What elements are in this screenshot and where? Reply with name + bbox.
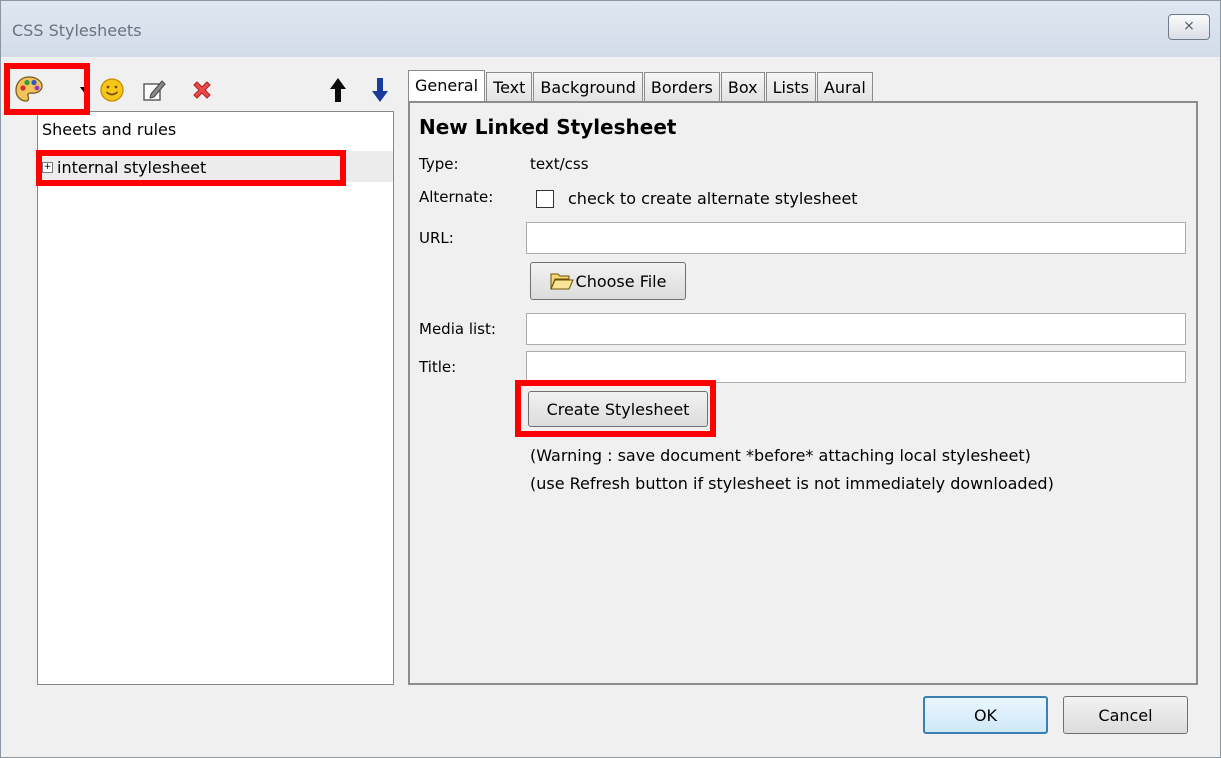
move-down-arrow-icon[interactable] [370, 77, 390, 103]
tab-strip: General Text Background Borders Box List… [408, 70, 874, 102]
alternate-checkbox[interactable] [536, 190, 554, 208]
tab-borders[interactable]: Borders [643, 72, 720, 102]
tab-box[interactable]: Box [720, 72, 765, 102]
tree-header: Sheets and rules [42, 120, 177, 139]
choose-file-button[interactable]: Choose File [530, 262, 686, 300]
close-button[interactable]: ⨯ [1168, 14, 1210, 40]
window-title: CSS Stylesheets [12, 21, 142, 40]
tree-item-label: internal stylesheet [57, 158, 207, 177]
media-list-input[interactable] [526, 313, 1186, 345]
tree-item-internal-stylesheet[interactable]: + internal stylesheet [42, 158, 206, 177]
panel-heading: New Linked Stylesheet [419, 115, 677, 139]
url-label: URL: [419, 229, 454, 247]
ok-label: OK [973, 705, 998, 725]
warning-text-2: (use Refresh button if stylesheet is not… [530, 474, 1054, 493]
type-value: text/css [530, 155, 589, 173]
palette-icon[interactable] [13, 73, 45, 105]
edit-icon[interactable] [141, 77, 167, 103]
close-icon: ⨯ [1183, 18, 1195, 34]
cancel-label: Cancel [1098, 705, 1153, 725]
sheets-tree-panel[interactable]: Sheets and rules + internal stylesheet [37, 111, 394, 685]
smiley-icon[interactable] [99, 77, 125, 103]
move-up-arrow-icon[interactable] [328, 77, 348, 103]
alternate-checkbox-label[interactable]: check to create alternate stylesheet [568, 189, 858, 208]
tab-lists[interactable]: Lists [765, 72, 816, 102]
tab-general[interactable]: General [408, 70, 486, 102]
create-stylesheet-button[interactable]: Create Stylesheet [528, 391, 708, 427]
delete-icon[interactable] [190, 78, 214, 102]
type-label: Type: [419, 155, 459, 173]
create-stylesheet-label: Create Stylesheet [546, 399, 690, 419]
media-list-label: Media list: [419, 320, 496, 338]
choose-file-label: Choose File [575, 271, 667, 291]
url-input[interactable] [526, 222, 1186, 254]
expand-icon[interactable]: + [42, 162, 53, 173]
title-label: Title: [419, 358, 457, 376]
warning-text-1: (Warning : save document *before* attach… [530, 446, 1031, 465]
tab-text[interactable]: Text [486, 72, 533, 102]
title-bar: CSS Stylesheets ⨯ [1, 1, 1220, 57]
dropdown-arrow-icon[interactable] [80, 87, 90, 94]
tab-aural[interactable]: Aural [816, 72, 873, 102]
tab-background[interactable]: Background [533, 72, 643, 102]
alternate-label: Alternate: [419, 188, 494, 206]
cancel-button[interactable]: Cancel [1063, 696, 1188, 734]
title-input[interactable] [526, 351, 1186, 383]
folder-open-icon [549, 273, 574, 290]
ok-button[interactable]: OK [923, 696, 1048, 734]
